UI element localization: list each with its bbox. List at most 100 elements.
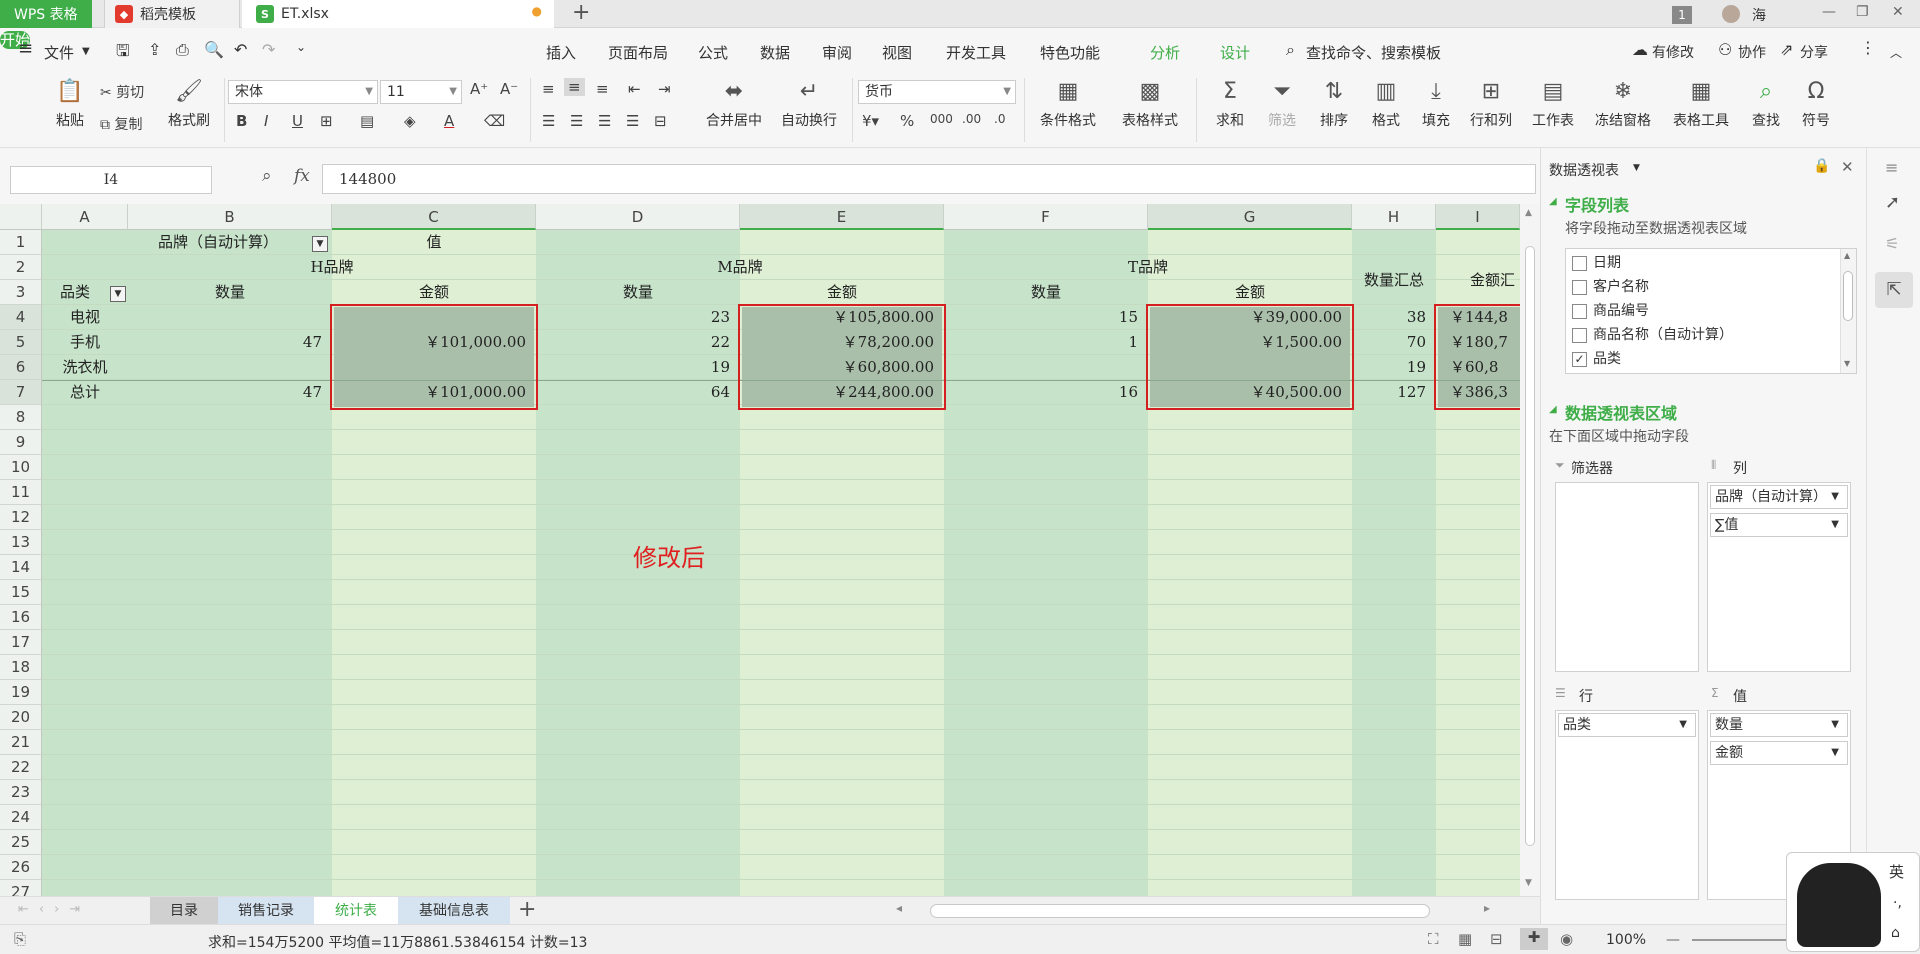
underline-icon[interactable]: U xyxy=(292,112,303,130)
row-header[interactable]: 16 xyxy=(0,605,42,630)
scroll-up-icon[interactable]: ▲ xyxy=(1525,208,1532,218)
checkbox-icon[interactable] xyxy=(1572,303,1587,319)
row-label-cell[interactable]: 手机 xyxy=(42,330,128,355)
sheet-tab[interactable]: 目录 xyxy=(150,897,218,925)
qty-cell[interactable]: 19 xyxy=(536,355,740,380)
row-header[interactable]: 15 xyxy=(0,580,42,605)
avatar[interactable] xyxy=(1722,5,1740,23)
zoom-out-icon[interactable]: — xyxy=(1666,932,1680,948)
scroll-thumb[interactable] xyxy=(1525,246,1535,846)
tab-view[interactable]: 视图 xyxy=(882,42,912,63)
zoom-level[interactable]: 100% xyxy=(1606,932,1646,948)
print-preview-icon[interactable]: 🔍 xyxy=(204,40,224,59)
scroll-down-icon[interactable]: ▼ xyxy=(1525,878,1532,888)
tab-analyze[interactable]: 分析 xyxy=(1150,42,1180,63)
sheet-tab[interactable]: 销售记录 xyxy=(218,897,314,925)
selection-summary[interactable]: 求和=154万5200 平均值=11万8861.53846154 计数=13 xyxy=(208,932,587,952)
file-menu[interactable]: 文件 xyxy=(44,42,74,63)
menu-lines-icon[interactable]: ≡ xyxy=(1885,158,1898,177)
zoom-formula-icon[interactable]: ⌕ xyxy=(262,166,272,186)
close-pane-icon[interactable]: ✕ xyxy=(1841,158,1854,176)
row-header[interactable]: 14 xyxy=(0,555,42,580)
new-tab-button[interactable]: + xyxy=(572,0,590,25)
pane-title[interactable]: 数据透视表 xyxy=(1549,160,1619,180)
column-header[interactable]: F xyxy=(944,204,1148,230)
minimize-icon[interactable]: — xyxy=(1822,4,1836,20)
align-center-icon[interactable]: ☰ xyxy=(570,112,583,130)
collapse-icon[interactable]: ◢ xyxy=(1549,196,1557,207)
field-list-item[interactable]: 客户名称 xyxy=(1572,277,1649,297)
font-size-select[interactable]: 11 ▼ xyxy=(380,80,462,104)
row-header[interactable]: 23 xyxy=(0,780,42,805)
collapse-icon[interactable]: ◢ xyxy=(1549,404,1557,415)
field-list-item[interactable]: 商品名称（自动计算） xyxy=(1572,325,1733,345)
chevron-down-icon[interactable]: ▼ xyxy=(1633,163,1640,173)
row-header[interactable]: 9 xyxy=(0,430,42,455)
increase-decimal-icon[interactable]: .00 xyxy=(962,112,981,126)
font-name-select[interactable]: 宋体 ▼ xyxy=(228,80,378,104)
field-list-scrollbar[interactable]: ▲ ▼ xyxy=(1840,249,1856,373)
qty-cell[interactable] xyxy=(944,355,1148,380)
row-header[interactable]: 26 xyxy=(0,855,42,880)
row-header[interactable]: 13 xyxy=(0,530,42,555)
checkbox-icon[interactable] xyxy=(1572,327,1587,343)
worksheet-button[interactable]: ▤ 工作表 xyxy=(1524,78,1582,130)
cut-button[interactable]: ✂ 剪切 xyxy=(100,82,144,102)
row-label-cell[interactable]: 电视 xyxy=(42,305,128,330)
column-header[interactable]: G xyxy=(1148,204,1352,230)
scroll-right-icon[interactable]: ▸ xyxy=(1484,901,1490,915)
pivot-column-field[interactable]: 品牌（自动计算） xyxy=(128,230,308,255)
vertical-scrollbar[interactable]: ▲ ▼ xyxy=(1520,204,1540,896)
cursor-select-icon[interactable]: ➚ xyxy=(1885,192,1900,213)
reading-mode-icon[interactable]: ✚ xyxy=(1520,928,1548,950)
row-header[interactable]: 12 xyxy=(0,505,42,530)
add-sheet-button[interactable]: + xyxy=(518,897,536,922)
copy-button[interactable]: ⧉ 复制 xyxy=(100,114,142,134)
row-header[interactable]: 10 xyxy=(0,455,42,480)
conditional-format-button[interactable]: ▦ 条件格式 xyxy=(1030,78,1106,130)
merge-center-button[interactable]: ⬌ 合并居中 xyxy=(696,78,772,130)
indent-decrease-icon[interactable]: ⇤ xyxy=(628,80,641,98)
scroll-thumb[interactable] xyxy=(1843,271,1853,321)
qty-cell[interactable]: 16 xyxy=(944,380,1148,405)
row-header[interactable]: 6 xyxy=(0,355,42,380)
ime-punct-icon[interactable]: ·, xyxy=(1893,895,1902,911)
wrap-text-button[interactable]: ↵ 自动换行 xyxy=(776,78,842,130)
tab-insert[interactable]: 插入 xyxy=(546,42,576,63)
horizontal-scroll-thumb[interactable] xyxy=(930,904,1430,918)
column-drop-zone[interactable]: 品牌（自动计算） ▼ ∑值 ▼ xyxy=(1707,482,1851,672)
column-header[interactable]: E xyxy=(740,204,944,230)
align-left-icon[interactable]: ☰ xyxy=(542,112,555,130)
scroll-up-icon[interactable]: ▲ xyxy=(1844,251,1850,260)
qty-total-cell[interactable]: 19 xyxy=(1352,355,1436,380)
format-painter-button[interactable]: 🖌 格式刷 xyxy=(162,78,216,130)
close-window-icon[interactable]: ✕ xyxy=(1892,4,1904,20)
row-header[interactable]: 7 xyxy=(0,380,42,405)
fill-button[interactable]: ⤓ 填充 xyxy=(1412,78,1460,130)
number-format-select[interactable]: 货币 ▼ xyxy=(858,80,1016,104)
align-top-icon[interactable]: ≡ xyxy=(542,80,555,98)
align-right-icon[interactable]: ☰ xyxy=(598,112,611,130)
qty-cell[interactable] xyxy=(128,355,332,380)
qty-cell[interactable]: 64 xyxy=(536,380,740,405)
row-header[interactable]: 3 xyxy=(0,280,42,305)
row-header[interactable]: 17 xyxy=(0,630,42,655)
pivot-row-field[interactable]: 品类 xyxy=(42,280,108,305)
ime-widget[interactable]: 英 ·, ⌂ xyxy=(1786,852,1920,952)
decrease-decimal-icon[interactable]: .0 xyxy=(994,112,1005,126)
checkbox-checked-icon[interactable]: ✓ xyxy=(1572,351,1587,367)
formula-input[interactable]: 144800 xyxy=(322,164,1536,194)
tab-file-et[interactable]: S ET.xlsx ● xyxy=(242,0,554,28)
scroll-down-icon[interactable]: ▼ xyxy=(1844,359,1850,368)
zoom-slider[interactable] xyxy=(1692,939,1792,941)
scroll-left-icon[interactable]: ◂ xyxy=(896,901,902,915)
qty-cell[interactable]: 15 xyxy=(944,305,1148,330)
sum-button[interactable]: Σ 求和 xyxy=(1206,78,1254,130)
filter-button[interactable]: ⏷ 筛选 xyxy=(1258,78,1306,130)
row-header[interactable]: 25 xyxy=(0,830,42,855)
sheet-tab-active[interactable]: 统计表 xyxy=(314,897,398,925)
column-header[interactable]: B xyxy=(128,204,332,230)
save-icon[interactable]: 🖫 xyxy=(116,40,130,67)
pivot-row-filter-icon[interactable]: ▼ xyxy=(110,286,126,302)
sort-button[interactable]: ⇅ 排序 xyxy=(1310,78,1358,130)
